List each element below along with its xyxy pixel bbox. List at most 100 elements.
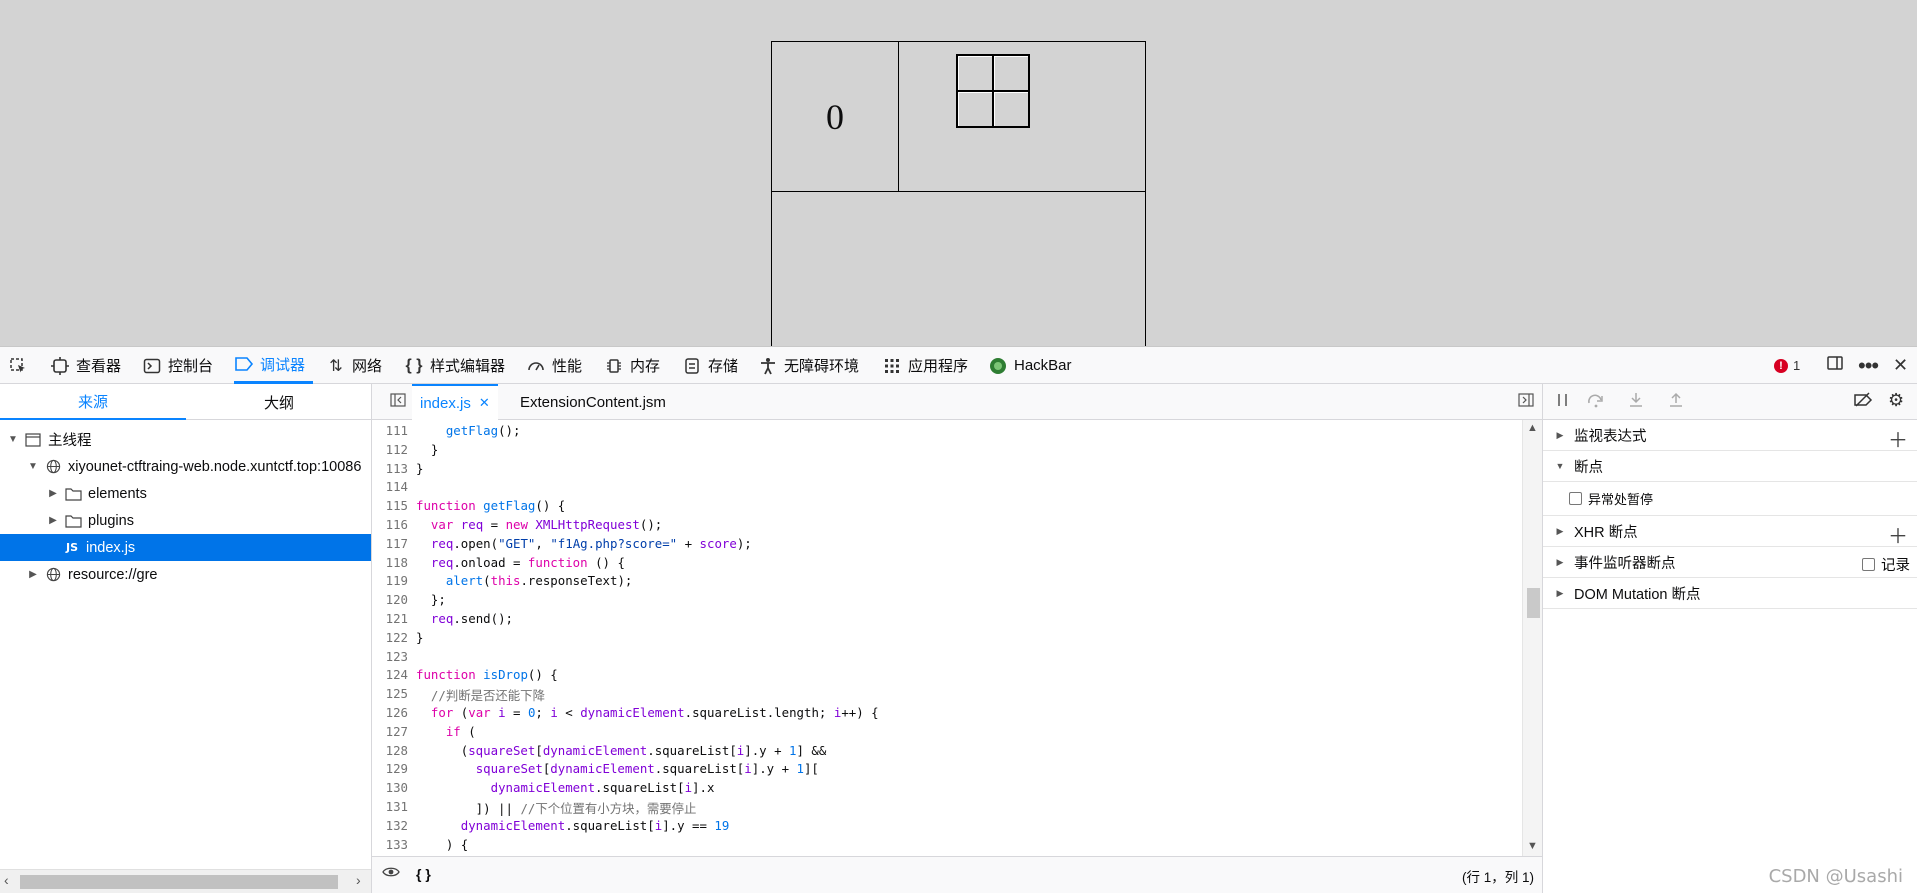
scroll-left-icon[interactable]: ‹ (4, 872, 9, 888)
scrollbar-thumb[interactable] (1527, 588, 1540, 618)
error-counter[interactable]: ! 1 (1774, 347, 1800, 384)
log-events-toggle[interactable]: 记录 (1862, 554, 1910, 575)
code-line[interactable]: } (416, 442, 438, 457)
add-watch-icon[interactable]: ＋ (1888, 424, 1908, 453)
code-line[interactable]: function isDrop() { (416, 667, 558, 682)
line-number[interactable]: 116 (372, 517, 408, 532)
tab-network[interactable]: ⇅ 网络 (326, 347, 382, 384)
tab-storage[interactable]: 存储 (682, 347, 738, 384)
code-line[interactable]: squareSet[dynamicElement.squareList[i].y… (416, 761, 819, 776)
line-number[interactable]: 129 (372, 761, 408, 776)
tree-main-thread[interactable]: ▼ 主线程 (0, 426, 371, 453)
step-over-icon[interactable] (1587, 392, 1605, 413)
line-number[interactable]: 111 (372, 423, 408, 438)
line-number[interactable]: 131 (372, 799, 408, 814)
settings-gear-icon[interactable]: ⚙ (1888, 390, 1904, 411)
code-line[interactable]: req.send(); (416, 611, 513, 626)
code-line[interactable]: dynamicElement.squareList[i].y == 19 (416, 818, 730, 833)
tab-accessibility[interactable]: 无障碍环境 (758, 347, 859, 384)
xhr-breakpoints-header[interactable]: ▶ XHR 断点 ＋ (1543, 516, 1917, 549)
code-line[interactable]: } (416, 630, 423, 645)
step-in-icon[interactable] (1627, 392, 1645, 413)
scrollbar-thumb[interactable] (20, 875, 338, 889)
pause-on-exceptions-checkbox[interactable] (1569, 492, 1582, 505)
eye-icon[interactable] (382, 865, 400, 882)
horizontal-scrollbar[interactable]: ‹ › (0, 869, 371, 893)
line-number[interactable]: 119 (372, 573, 408, 588)
code-line[interactable]: dynamicElement.squareList[i].x (416, 780, 715, 795)
line-number[interactable]: 113 (372, 461, 408, 476)
tab-hackbar[interactable]: HackBar (988, 347, 1072, 384)
tab-sources[interactable]: 来源 (0, 384, 186, 420)
code-line[interactable]: var req = new XMLHttpRequest(); (416, 517, 662, 532)
tree-file-index-js[interactable]: JS index.js (0, 534, 371, 561)
line-number[interactable]: 121 (372, 611, 408, 626)
line-number[interactable]: 123 (372, 649, 408, 664)
editor-tab-index-js[interactable]: index.js ✕ (412, 384, 498, 420)
tab-memory[interactable]: 内存 (604, 347, 660, 384)
tab-style-editor[interactable]: { } 样式编辑器 (404, 347, 505, 384)
tab-inspector[interactable]: 查看器 (50, 347, 121, 384)
vertical-scrollbar[interactable]: ▲ ▼ (1522, 420, 1542, 856)
code-line[interactable]: req.open("GET", "f1Ag.php?score=" + scor… (416, 536, 752, 551)
dock-button[interactable] (1826, 347, 1844, 384)
line-number[interactable]: 120 (372, 592, 408, 607)
tab-application[interactable]: 应用程序 (882, 347, 968, 384)
code-line[interactable]: alert(this.responseText); (416, 573, 633, 588)
code-line[interactable]: if ( (416, 724, 476, 739)
toggle-debugger-panel-button[interactable] (1510, 384, 1542, 420)
code-line[interactable]: (squareSet[dynamicElement.squareList[i].… (416, 743, 827, 758)
code-line[interactable]: getFlag(); (416, 423, 521, 438)
tree-host[interactable]: ▼ xiyounet-ctftraing-web.node.xuntctf.to… (0, 453, 371, 480)
dom-mutation-header[interactable]: ▶ DOM Mutation 断点 (1543, 578, 1917, 609)
tab-performance[interactable]: 性能 (526, 347, 582, 384)
pretty-print-button[interactable]: { } (416, 866, 431, 882)
code-line[interactable]: ]) || //下个位置有小方块，需要停止 (416, 799, 697, 817)
pause-icon[interactable] (1556, 392, 1570, 413)
line-number[interactable]: 124 (372, 667, 408, 682)
close-devtools-button[interactable]: ✕ (1893, 347, 1908, 384)
line-number[interactable]: 125 (372, 686, 408, 701)
element-picker-button[interactable] (8, 347, 34, 384)
line-number[interactable]: 118 (372, 555, 408, 570)
close-tab-icon[interactable]: ✕ (479, 395, 490, 411)
line-number[interactable]: 130 (372, 780, 408, 795)
line-number[interactable]: 112 (372, 442, 408, 457)
code-line[interactable]: } (416, 461, 423, 476)
event-breakpoints-header[interactable]: ▶ 事件监听器断点 记录 (1543, 547, 1917, 578)
line-number[interactable]: 133 (372, 837, 408, 852)
toggle-sources-button[interactable] (382, 384, 414, 420)
tab-debugger[interactable]: 调试器 (234, 347, 314, 384)
code-line[interactable]: }; (416, 592, 446, 607)
line-number[interactable]: 127 (372, 724, 408, 739)
tab-outline[interactable]: 大纲 (186, 384, 372, 420)
line-number[interactable]: 115 (372, 498, 408, 513)
code-line[interactable]: req.onload = function () { (416, 555, 625, 570)
code-line[interactable]: function getFlag() { (416, 498, 565, 513)
line-number[interactable]: 114 (372, 479, 408, 494)
tree-folder-elements[interactable]: ▶ elements (0, 480, 371, 507)
tree-resource[interactable]: ▶ resource://gre (0, 561, 371, 588)
line-number[interactable]: 126 (372, 705, 408, 720)
line-number[interactable]: 122 (372, 630, 408, 645)
watch-expressions-header[interactable]: ▶ 监视表达式 ＋ (1543, 420, 1917, 453)
line-number[interactable]: 132 (372, 818, 408, 833)
scroll-up-icon[interactable]: ▲ (1527, 422, 1538, 434)
more-options-button[interactable]: ••• (1858, 347, 1879, 384)
code-line[interactable]: ) { (416, 837, 468, 852)
tree-folder-plugins[interactable]: ▶ plugins (0, 507, 371, 534)
pause-on-exceptions-row[interactable]: 异常处暂停 (1543, 482, 1917, 516)
deactivate-breakpoints-icon[interactable] (1853, 392, 1873, 413)
breakpoints-header[interactable]: ▼ 断点 (1543, 451, 1917, 482)
tab-console[interactable]: 控制台 (142, 347, 213, 384)
line-number[interactable]: 128 (372, 743, 408, 758)
code-line[interactable]: for (var i = 0; i < dynamicElement.squar… (416, 705, 879, 720)
code-view[interactable]: 111 getFlag(); 112 } 113} 114 115 function ge… (372, 420, 1522, 856)
scroll-down-icon[interactable]: ▼ (1527, 840, 1538, 852)
code-line[interactable]: //判断是否还能下降 (416, 686, 545, 704)
line-number[interactable]: 117 (372, 536, 408, 551)
add-xhr-breakpoint-icon[interactable]: ＋ (1888, 520, 1908, 549)
step-out-icon[interactable] (1667, 392, 1685, 413)
scroll-right-icon[interactable]: › (356, 872, 361, 888)
log-events-checkbox[interactable] (1862, 558, 1875, 571)
